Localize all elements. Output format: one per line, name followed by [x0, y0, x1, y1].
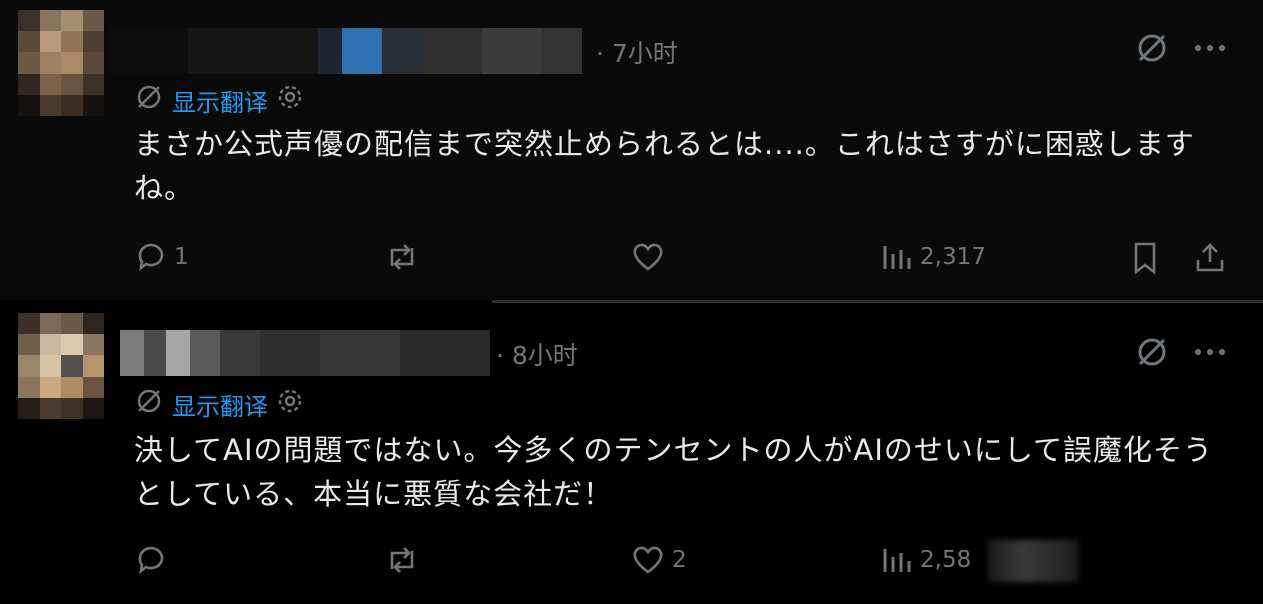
bar-chart-icon [880, 543, 914, 577]
username-blurred[interactable] [120, 330, 490, 376]
like-count: 2 [672, 547, 687, 573]
heart-icon [630, 543, 666, 577]
reply-count: 1 [174, 244, 189, 270]
show-translation[interactable]: 显示翻译 [134, 82, 304, 118]
username-blurred[interactable] [108, 28, 582, 74]
no-translate-icon [134, 386, 164, 422]
views-count: 2,317 [920, 244, 986, 270]
reply-button[interactable]: 1 [134, 240, 189, 274]
retweet-button[interactable] [383, 240, 427, 274]
ellipsis-icon[interactable] [1192, 34, 1228, 66]
views-button[interactable]: 2,58 [880, 543, 971, 577]
views-count: 2,58 [920, 547, 972, 573]
reply-icon [134, 543, 168, 577]
reply-icon [134, 240, 168, 274]
retweet-icon [383, 543, 421, 577]
no-translate-icon [134, 82, 164, 118]
ellipsis-icon[interactable] [1192, 338, 1228, 370]
views-button[interactable]: 2,317 [880, 240, 986, 274]
share-icon [1192, 240, 1228, 276]
bookmark-button[interactable] [1128, 240, 1162, 276]
avatar[interactable] [18, 10, 104, 116]
tweet-text: 決してAIの問題ではない。今多くのテンセントの人がAIのせいにして誤魔化そうとし… [134, 433, 1214, 511]
show-translation[interactable]: 显示翻译 [134, 386, 304, 422]
blurred-overlay [988, 540, 1078, 582]
heart-icon [630, 240, 666, 274]
bookmark-icon [1128, 240, 1162, 276]
show-translation-label[interactable]: 显示翻译 [172, 387, 268, 422]
avatar[interactable] [18, 313, 104, 419]
tweet-text: まさか公式声優の配信まで突然止められるとは....。これはさすがに困惑しますね。 [134, 127, 1195, 205]
like-button[interactable]: 2 [630, 543, 687, 577]
slashed-circle-icon[interactable] [1134, 334, 1170, 374]
retweet-button[interactable] [383, 543, 427, 577]
retweet-icon [383, 240, 421, 274]
timestamp[interactable]: · 8小时 [496, 336, 578, 372]
share-button[interactable] [1192, 240, 1228, 276]
bar-chart-icon [880, 240, 914, 274]
gear-icon[interactable] [276, 83, 304, 117]
show-translation-label[interactable]: 显示翻译 [172, 83, 268, 118]
gear-icon[interactable] [276, 387, 304, 421]
tweet[interactable]: · 7小时 显示翻译 まさか公式声優の配信まで突然止められるとは....。これは… [0, 0, 1263, 300]
reply-button[interactable] [134, 543, 174, 577]
slashed-circle-icon[interactable] [1134, 30, 1170, 70]
timestamp[interactable]: · 7小时 [596, 34, 678, 70]
like-button[interactable] [630, 240, 672, 274]
